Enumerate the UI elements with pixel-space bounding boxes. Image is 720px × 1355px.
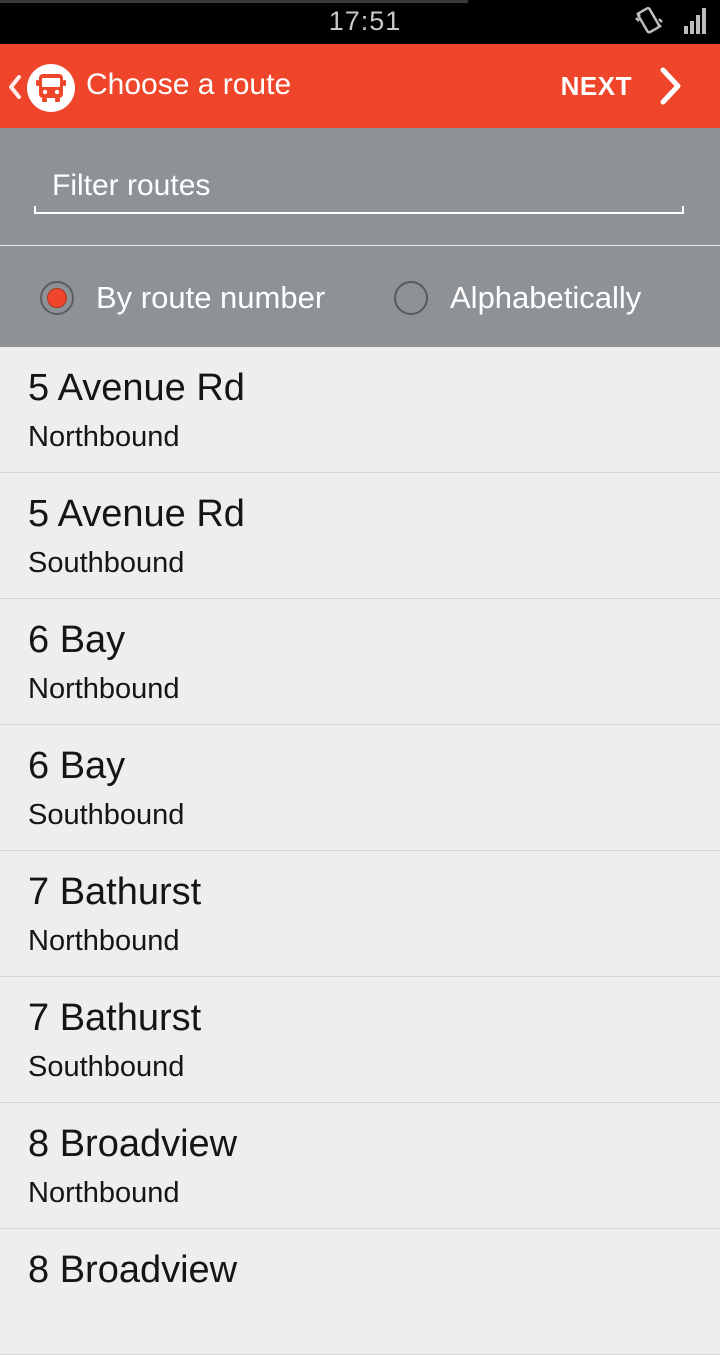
sort-alphabetically[interactable]: Alphabetically [394, 274, 641, 322]
route-name: 8 Broadview [28, 1249, 238, 1291]
radio-checked[interactable] [40, 281, 74, 315]
route-name: 8 Broadview [28, 1123, 238, 1165]
status-time: 17:51 [328, 6, 402, 36]
list-item[interactable]: 6 Bay Northbound [0, 599, 720, 725]
route-name: 7 Bathurst [28, 997, 202, 1039]
back-chevron-icon[interactable] [6, 74, 24, 100]
status-progress [0, 0, 468, 3]
next-button-label: NEXT [560, 71, 632, 101]
route-direction: Northbound [28, 421, 180, 453]
list-item[interactable]: 5 Avenue Rd Southbound [0, 473, 720, 599]
filter-routes-input[interactable] [34, 162, 684, 210]
chevron-right-icon [658, 66, 684, 111]
next-button[interactable]: NEXT [540, 44, 720, 128]
route-direction: Southbound [28, 799, 185, 831]
sort-option-label: By route number [96, 280, 326, 315]
app-bar: Choose a route NEXT [0, 44, 720, 128]
list-item[interactable]: 8 Broadview Northbound [0, 1103, 720, 1229]
filter-underline [34, 206, 684, 214]
divider [0, 245, 720, 246]
sort-option-label: Alphabetically [450, 280, 642, 315]
page-title: Choose a route [86, 68, 292, 101]
route-list: 5 Avenue Rd Northbound 5 Avenue Rd South… [0, 347, 720, 1355]
status-icons [634, 6, 710, 38]
filter-field[interactable] [34, 162, 684, 214]
route-name: 6 Bay [28, 619, 126, 661]
signal-icon [682, 6, 710, 39]
radio-unchecked[interactable] [394, 281, 428, 315]
radio-dot [48, 289, 66, 307]
vibrate-icon [634, 4, 664, 41]
status-bar: 17:51 [0, 0, 720, 44]
list-item[interactable]: 7 Bathurst Northbound [0, 851, 720, 977]
route-name: 7 Bathurst [28, 871, 202, 913]
filter-panel: By route number Alphabetically [0, 128, 720, 347]
route-name: 5 Avenue Rd [28, 367, 245, 409]
list-item[interactable]: 5 Avenue Rd Northbound [0, 347, 720, 473]
bus-icon[interactable] [27, 64, 75, 112]
route-direction: Northbound [28, 925, 180, 957]
route-name: 6 Bay [28, 745, 126, 787]
route-direction: Southbound [28, 547, 185, 579]
list-item[interactable]: 7 Bathurst Southbound [0, 977, 720, 1103]
route-direction: Northbound [28, 673, 180, 705]
route-name: 5 Avenue Rd [28, 493, 245, 535]
sort-by-route-number[interactable]: By route number [40, 274, 325, 322]
list-item[interactable]: 6 Bay Southbound [0, 725, 720, 851]
route-direction: Southbound [28, 1051, 185, 1083]
route-direction: Northbound [28, 1177, 180, 1209]
list-item[interactable]: 8 Broadview [0, 1229, 720, 1355]
